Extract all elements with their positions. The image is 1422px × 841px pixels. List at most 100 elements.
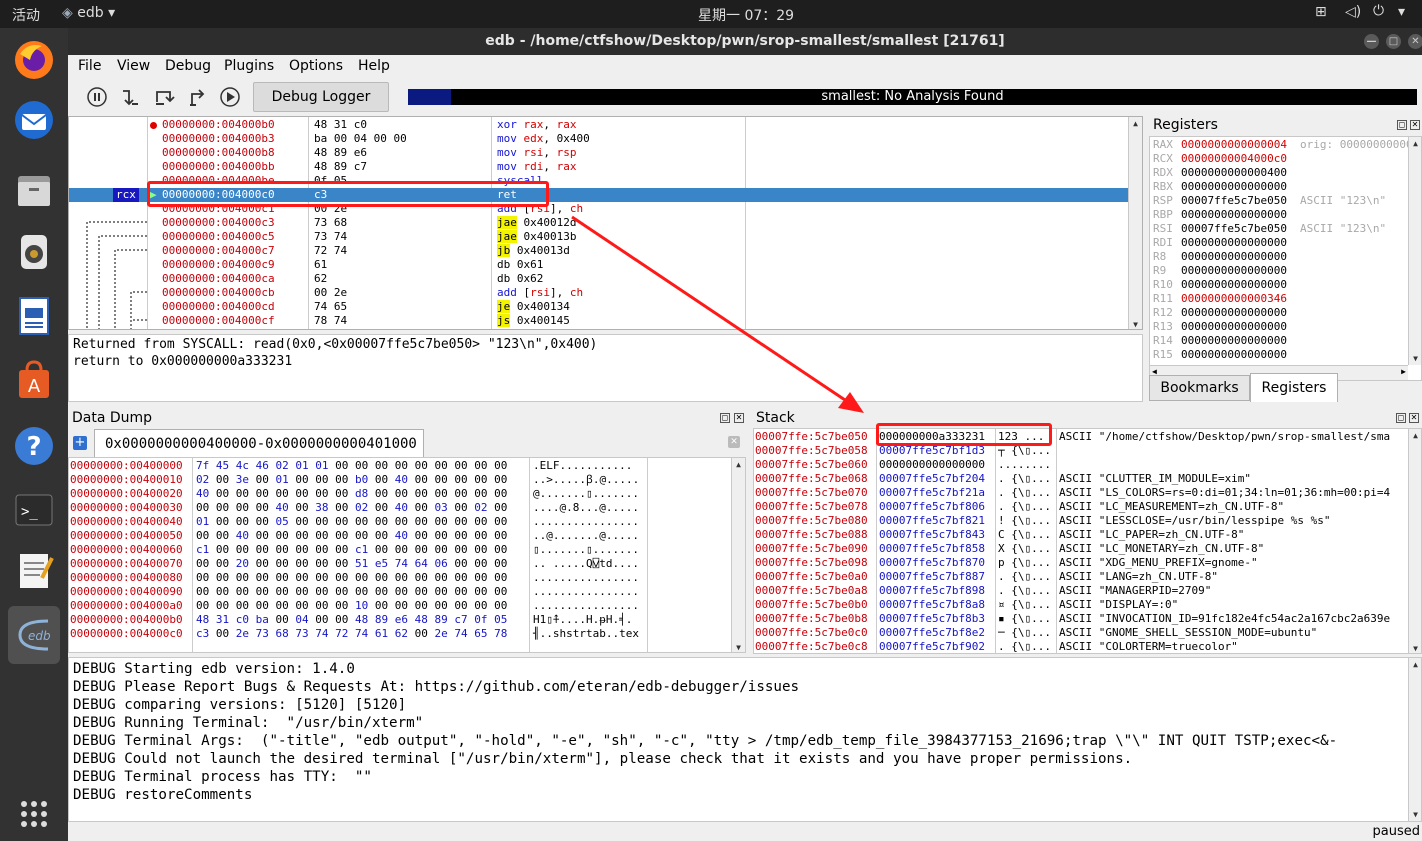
volume-icon[interactable]: ◁) — [1345, 4, 1361, 20]
menu-file[interactable]: File — [78, 58, 101, 74]
window-title-bar[interactable]: edb - /home/ctfshow/Desktop/pwn/srop-sma… — [68, 28, 1422, 55]
power-icon[interactable]: ⏻ — [1373, 3, 1384, 19]
register-row[interactable]: R11 0000000000000346 — [1150, 292, 1408, 306]
stack-row[interactable]: 00007ffe:5c7be088 00007ffe5c7bf843 C {\▯..… — [754, 528, 1408, 542]
register-value[interactable]: 0000000000000000 — [1181, 278, 1287, 292]
register-value[interactable]: 0000000000000346 — [1181, 292, 1287, 306]
registers-view[interactable]: RAX 0000000000000004 orig: 00000000000 RCX 0… — [1149, 136, 1422, 381]
hex-row[interactable]: 00000000:00400020 40 00 00 00 00 00 00 00… — [69, 487, 731, 501]
stack-row[interactable]: 00007ffe:5c7be068 00007ffe5c7bf204 . {\▯..… — [754, 472, 1408, 486]
register-row[interactable]: R12 0000000000000000 — [1150, 306, 1408, 320]
stack-scrollbar[interactable]: ▲ ▼ — [1408, 429, 1421, 653]
menu-help[interactable]: Help — [358, 58, 390, 74]
show-applications-icon[interactable] — [8, 788, 60, 840]
hex-row[interactable]: 00000000:00400030 00 00 00 00 40 00 38 00… — [69, 501, 731, 515]
register-row[interactable]: R14 0000000000000000 — [1150, 334, 1408, 348]
registers-scrollbar[interactable]: ▲ ▼ — [1408, 137, 1421, 365]
help-icon[interactable]: ? — [8, 420, 60, 472]
hex-row[interactable]: 00000000:00400000 7f 45 4c 46 02 01 01 00… — [69, 459, 731, 473]
register-row[interactable]: RAX 0000000000000004 orig: 00000000000 — [1150, 138, 1413, 152]
register-row[interactable]: RSP 00007ffe5c7be050 ASCII "123\n" — [1150, 194, 1408, 208]
disasm-row[interactable]: 00000000:004000c7 72 74 jb 0x40013d — [69, 244, 1128, 258]
menu-options[interactable]: Options — [289, 58, 343, 74]
writer-icon[interactable] — [8, 290, 60, 342]
stack-value[interactable]: 00007ffe5c7bf870 — [879, 556, 985, 570]
register-row[interactable]: RDX 0000000000000400 — [1150, 166, 1408, 180]
register-value[interactable]: 0000000000000000 — [1181, 334, 1287, 348]
register-row[interactable]: R10 0000000000000000 — [1150, 278, 1408, 292]
register-value[interactable]: 00007ffe5c7be050 — [1181, 222, 1287, 236]
edb-icon[interactable]: edb — [8, 606, 60, 664]
debug-log[interactable]: DEBUG Starting edb version: 1.4.0 DEBUG P… — [68, 657, 1422, 822]
register-row[interactable]: RCX 00000000004000c0 — [1150, 152, 1408, 166]
register-value[interactable]: 0000000000000000 — [1181, 208, 1287, 222]
log-scrollbar[interactable]: ▲ ▼ — [1408, 658, 1421, 821]
step-into-icon[interactable] — [116, 84, 144, 110]
new-tab-button[interactable]: + — [73, 436, 87, 450]
register-value[interactable]: 0000000000000000 — [1181, 180, 1287, 194]
stack-view[interactable]: 00007ffe:5c7be050 000000000a333231 123 ...… — [753, 428, 1422, 654]
app-menu[interactable]: ◈ edb ▾ — [62, 5, 115, 21]
step-out-icon[interactable] — [184, 84, 212, 110]
stack-row[interactable]: 00007ffe:5c7be078 00007ffe5c7bf806 . {\▯..… — [754, 500, 1408, 514]
register-value[interactable]: 0000000000000000 — [1181, 348, 1287, 362]
hex-view[interactable]: 00000000:00400000 7f 45 4c 46 02 01 01 00… — [68, 457, 746, 653]
register-value[interactable]: 0000000000000000 — [1181, 306, 1287, 320]
register-row[interactable]: R15 0000000000000000 — [1150, 348, 1408, 362]
stack-row[interactable]: 00007ffe:5c7be090 00007ffe5c7bf858 X {\▯..… — [754, 542, 1408, 556]
disasm-row[interactable]: 00000000:004000cb 00 2e add [rsi], ch — [69, 286, 1128, 300]
terminal-icon[interactable]: >_ — [8, 484, 60, 536]
disassembly-scrollbar[interactable]: ▲ ▼ — [1128, 117, 1142, 329]
float-icon[interactable]: ◻ — [1396, 413, 1406, 423]
stack-value[interactable]: 00007ffe5c7bf806 — [879, 500, 985, 514]
activities-button[interactable]: 活动 — [12, 5, 40, 25]
breakpoint-icon[interactable] — [150, 122, 157, 129]
stack-value[interactable]: 00007ffe5c7bf898 — [879, 584, 985, 598]
float-icon[interactable]: ◻ — [720, 413, 730, 423]
stack-value[interactable]: 00007ffe5c7bf1d3 — [879, 444, 985, 458]
stack-value[interactable]: 00007ffe5c7bf887 — [879, 570, 985, 584]
disasm-row[interactable]: 00000000:004000c5 73 74 jae 0x40013b — [69, 230, 1128, 244]
register-value[interactable]: 0000000000000004 — [1181, 138, 1287, 152]
register-value[interactable]: 0000000000000400 — [1181, 166, 1287, 180]
stack-value[interactable]: 00007ffe5c7bf204 — [879, 472, 985, 486]
disasm-row[interactable]: 00000000:004000ca 62 db 0x62 — [69, 272, 1128, 286]
register-row[interactable]: RBX 0000000000000000 — [1150, 180, 1408, 194]
disasm-row[interactable]: 00000000:004000b0 48 31 c0 xor rax, rax — [69, 118, 1128, 132]
register-row[interactable]: R9 0000000000000000 — [1150, 264, 1408, 278]
close-icon[interactable]: ✕ — [1410, 120, 1420, 130]
stack-row[interactable]: 00007ffe:5c7be050 000000000a333231 123 ...… — [754, 430, 1408, 444]
close-tab-icon[interactable]: ✕ — [728, 436, 740, 448]
disasm-row[interactable]: 00000000:004000c9 61 db 0x61 — [69, 258, 1128, 272]
hex-row[interactable]: 00000000:004000a0 00 00 00 00 00 00 00 00… — [69, 599, 731, 613]
dump-tab[interactable]: 0x0000000000400000-0x0000000000401000 — [94, 429, 424, 457]
disasm-row[interactable]: 00000000:004000c3 73 68 jae 0x40012d — [69, 216, 1128, 230]
register-value[interactable]: 0000000000000000 — [1181, 236, 1287, 250]
hex-scrollbar[interactable]: ▲ ▼ — [731, 458, 745, 652]
disasm-row[interactable]: 00000000:004000cf 78 74 js 0x400145 — [69, 314, 1128, 328]
stack-value[interactable]: 00007ffe5c7bf843 — [879, 528, 985, 542]
stack-row[interactable]: 00007ffe:5c7be070 00007ffe5c7bf21a . {\▯..… — [754, 486, 1408, 500]
stack-row[interactable]: 00007ffe:5c7be060 0000000000000000.......… — [754, 458, 1408, 472]
files-icon[interactable] — [8, 164, 60, 216]
hex-row[interactable]: 00000000:00400080 00 00 00 00 00 00 00 00… — [69, 571, 731, 585]
hex-row[interactable]: 00000000:00400060 c1 00 00 00 00 00 00 00… — [69, 543, 731, 557]
step-over-icon[interactable] — [150, 84, 178, 110]
menu-debug[interactable]: Debug — [165, 58, 211, 74]
hex-row[interactable]: 00000000:00400090 00 00 00 00 00 00 00 00… — [69, 585, 731, 599]
register-value[interactable]: 00000000004000c0 — [1181, 152, 1287, 166]
maximize-icon[interactable]: □ — [1386, 34, 1401, 49]
run-icon[interactable] — [216, 84, 244, 110]
stack-row[interactable]: 00007ffe:5c7be0a0 00007ffe5c7bf887 . {\▯..… — [754, 570, 1408, 584]
close-icon[interactable]: ✕ — [1409, 413, 1419, 423]
hex-row[interactable]: 00000000:00400040 01 00 00 00 05 00 00 00… — [69, 515, 731, 529]
stack-row[interactable]: 00007ffe:5c7be0c8 00007ffe5c7bf902 . {\▯..… — [754, 640, 1408, 653]
stack-value[interactable]: 00007ffe5c7bf8a8 — [879, 598, 985, 612]
disasm-row[interactable]: 00000000:004000bb 48 89 c7 mov rdi, rax — [69, 160, 1128, 174]
text-editor-icon[interactable] — [8, 544, 60, 596]
debug-logger-button[interactable]: Debug Logger — [253, 82, 389, 112]
register-value[interactable]: 0000000000000000 — [1181, 250, 1287, 264]
register-value[interactable]: 0000000000000000 — [1181, 320, 1287, 334]
stack-row[interactable]: 00007ffe:5c7be0c0 00007ffe5c7bf8e2 ─ {\▯..… — [754, 626, 1408, 640]
stack-value[interactable]: 00007ffe5c7bf821 — [879, 514, 985, 528]
